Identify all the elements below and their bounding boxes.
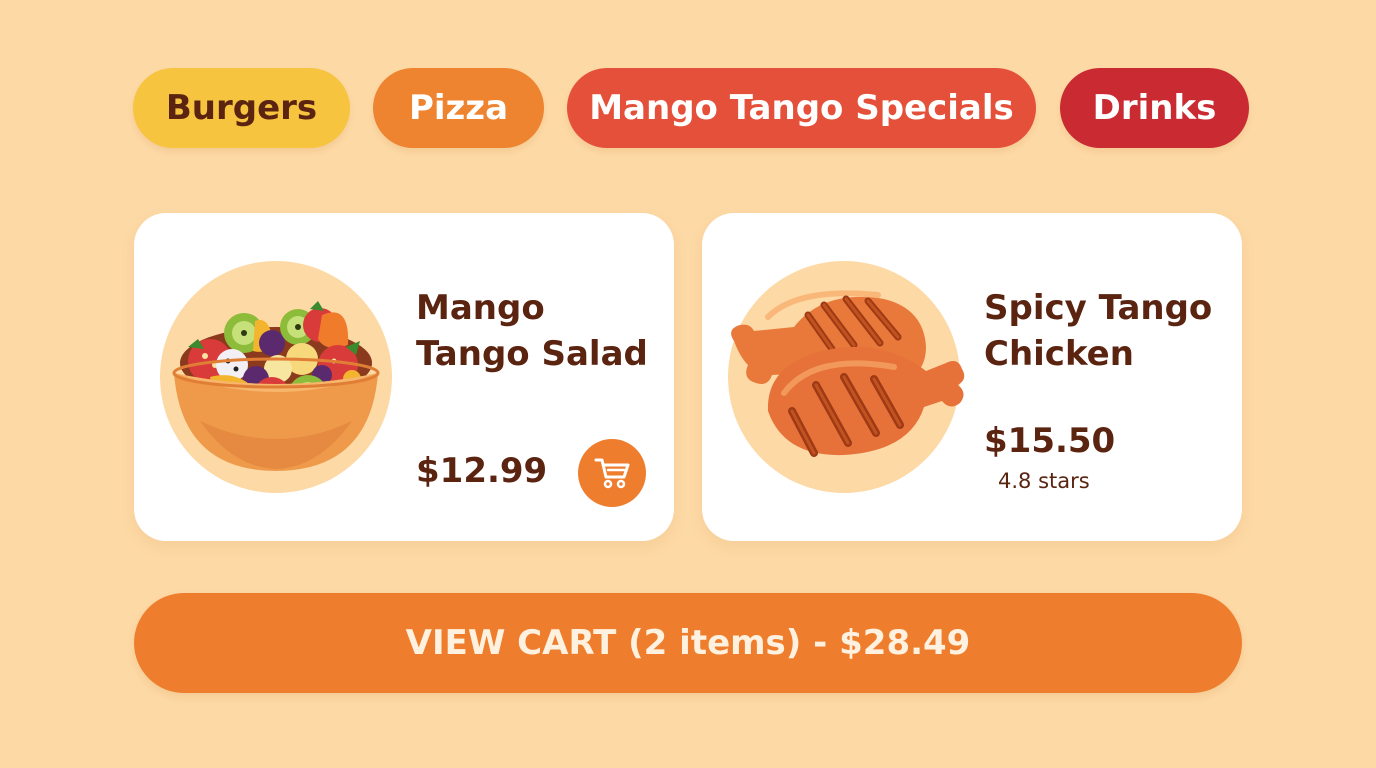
add-to-cart-button[interactable]	[578, 439, 646, 507]
view-cart-button[interactable]: VIEW CART (2 items) - $28.49	[134, 593, 1242, 693]
product-price: $15.50	[984, 421, 1116, 461]
product-card-mango-tango-salad[interactable]: Mango Tango Salad $12.99	[134, 213, 674, 541]
product-card-spicy-tango-chicken[interactable]: Spicy Tango Chicken $15.50 4.8 stars	[702, 213, 1242, 541]
category-pill-burgers[interactable]: Burgers	[133, 68, 350, 148]
grilled-chicken-icon	[728, 261, 965, 493]
product-price: $12.99	[416, 451, 548, 491]
category-pill-mango-tango-specials[interactable]: Mango Tango Specials	[567, 68, 1036, 148]
product-name: Mango Tango Salad	[416, 288, 648, 374]
category-label: Burgers	[165, 88, 318, 128]
product-rating: 4.8 stars	[998, 469, 1090, 493]
view-cart-label: VIEW CART (2 items) - $28.49	[405, 623, 971, 663]
category-label: Pizza	[408, 88, 509, 128]
menu-page: Burgers Pizza Mango Tango Specials Drink…	[0, 0, 1376, 768]
product-name: Spicy Tango Chicken	[984, 288, 1213, 374]
fruit-salad-bowl-icon	[160, 261, 392, 493]
shopping-cart-icon	[594, 458, 630, 489]
category-label: Mango Tango Specials	[589, 88, 1014, 128]
category-pill-pizza[interactable]: Pizza	[373, 68, 544, 148]
category-pill-drinks[interactable]: Drinks	[1060, 68, 1249, 148]
category-label: Drinks	[1092, 88, 1217, 128]
